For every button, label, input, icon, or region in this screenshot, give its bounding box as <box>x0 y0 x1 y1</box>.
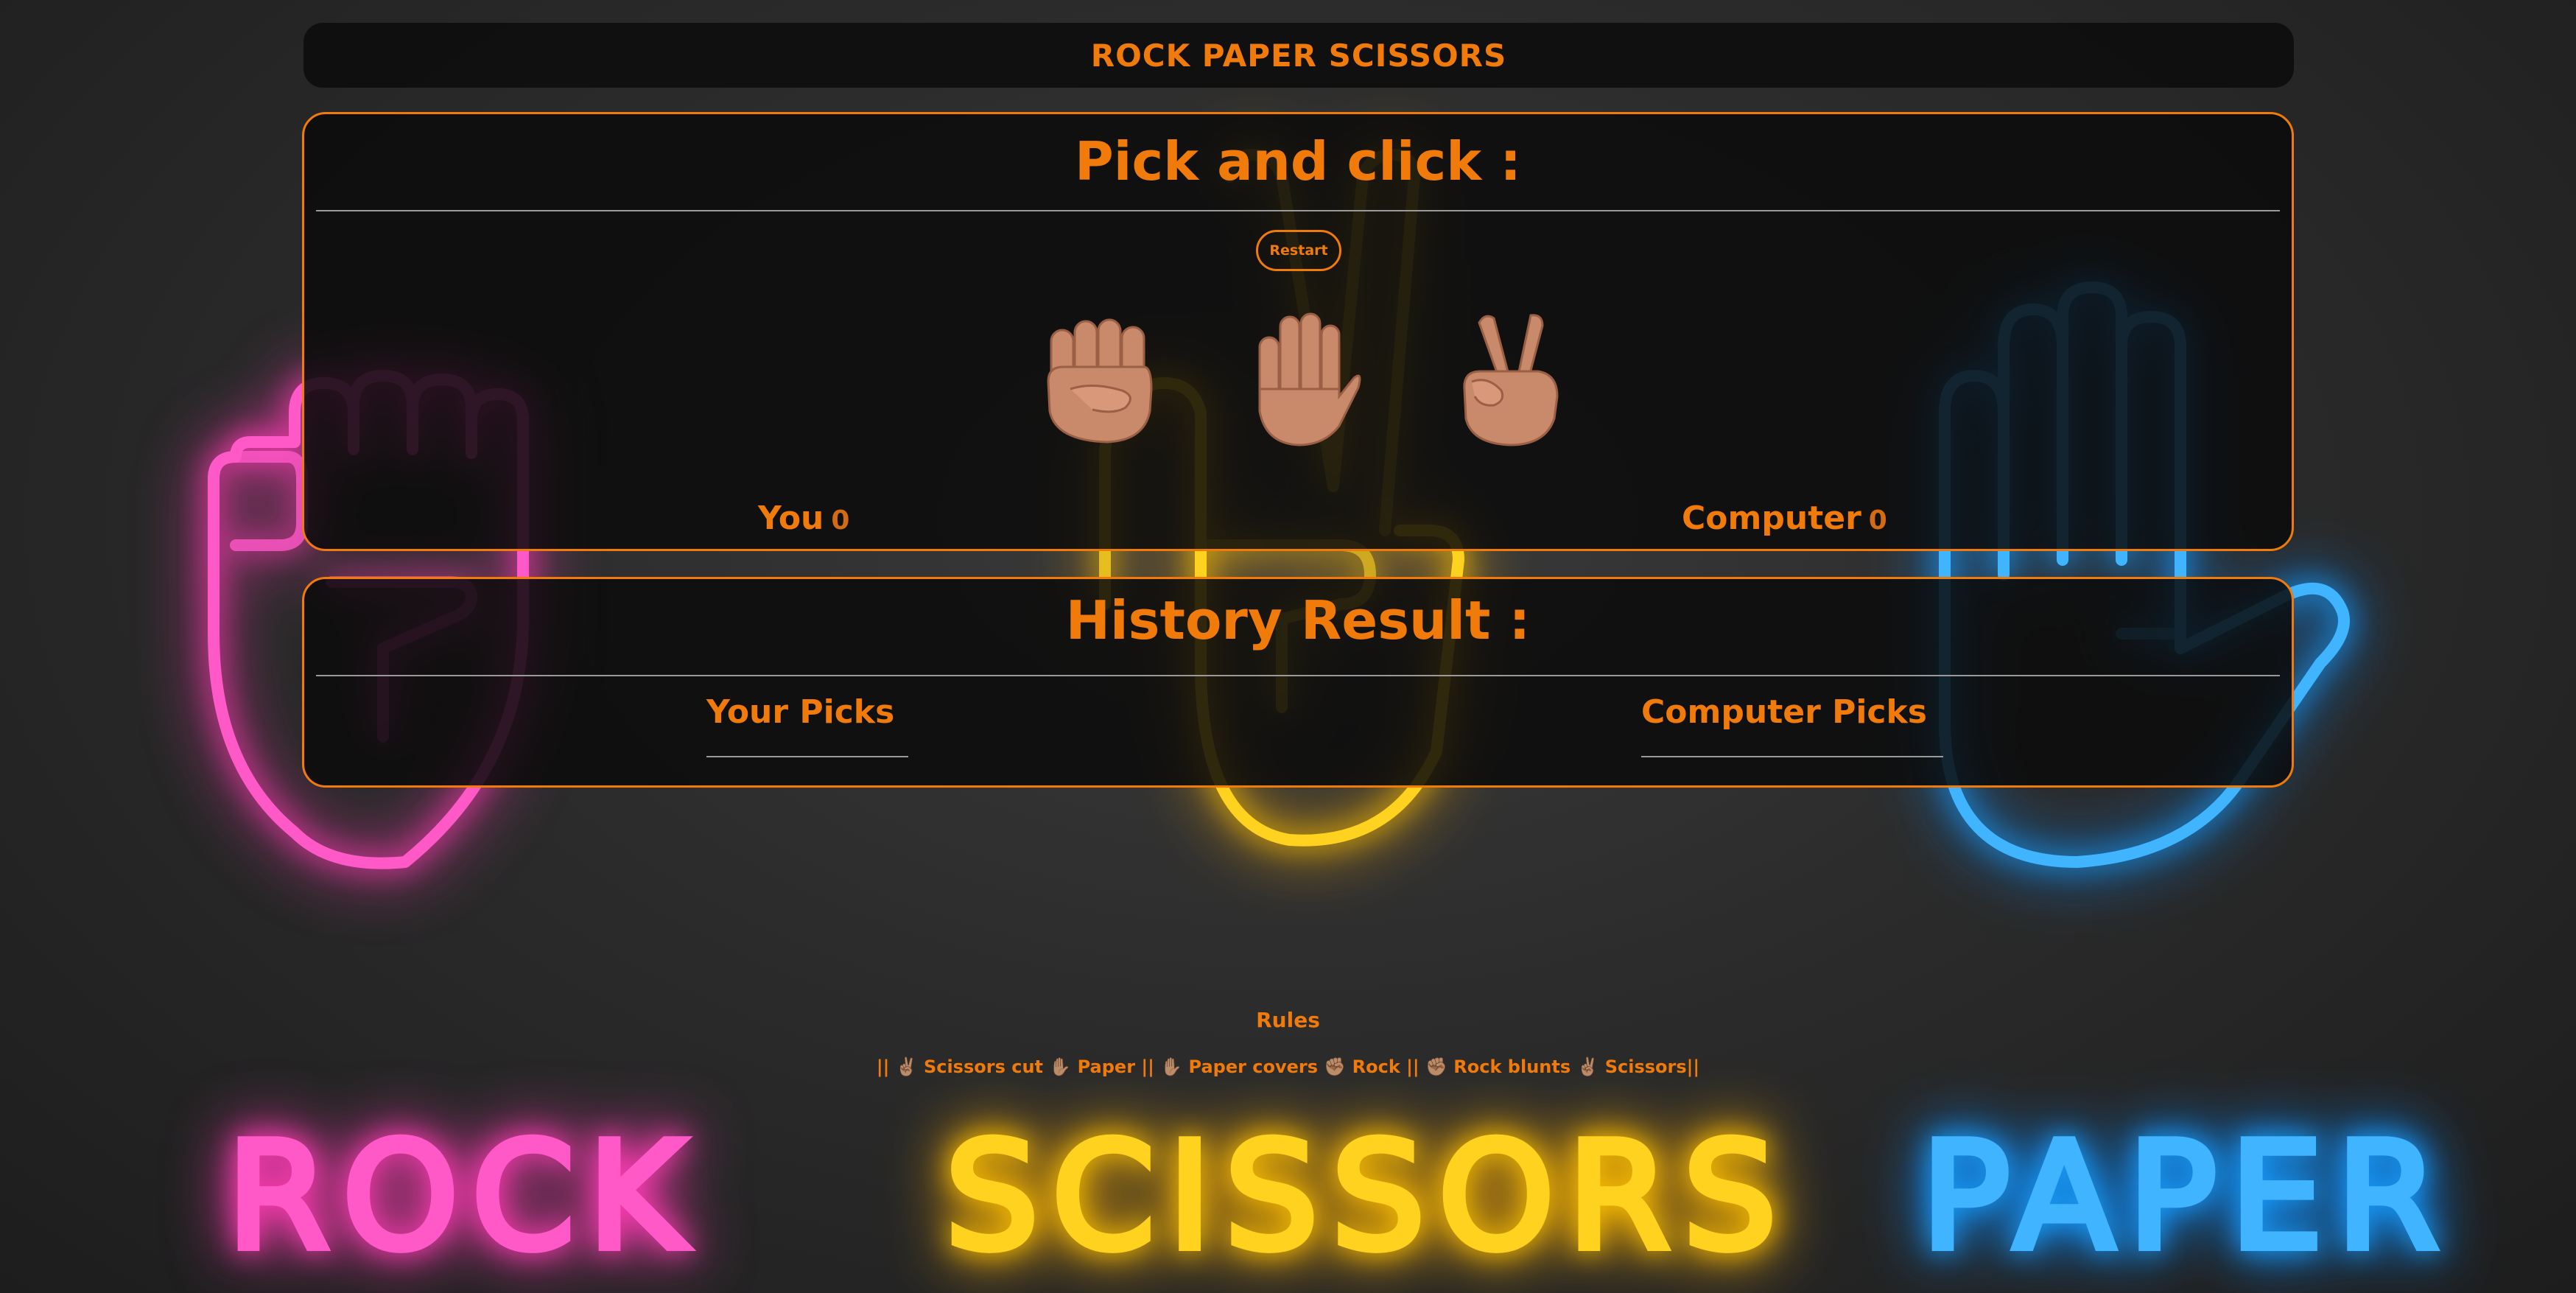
computer-picks-heading: Computer Picks <box>1641 693 1927 731</box>
computer-score-label: Computer <box>1682 500 1861 537</box>
player-score-label: You <box>758 500 824 537</box>
pick-heading: Pick and click : <box>1075 130 1521 192</box>
page-title: ROCK PAPER SCISSORS <box>1090 37 1507 74</box>
your-picks-underline <box>706 756 908 757</box>
neon-word-scissors: SCISSORS <box>941 1111 1790 1283</box>
victory-hand-icon <box>1463 314 1559 446</box>
computer-score-value: 0 <box>1868 505 1887 536</box>
your-picks-heading: Your Picks <box>706 693 895 731</box>
history-divider <box>316 675 2280 676</box>
neon-word-paper: PAPER <box>1917 1111 2452 1283</box>
history-panel: History Result : Your Picks Computer Pic… <box>302 577 2294 788</box>
scissors-choice-button[interactable] <box>1450 308 1568 448</box>
rules-text: || ✌🏽 Scissors cut ✋🏽 Paper || ✋🏽 Paper … <box>876 1057 1700 1077</box>
history-heading: History Result : <box>1065 589 1531 651</box>
computer-picks-underline <box>1641 756 1943 757</box>
player-score: You 0 <box>758 500 849 537</box>
title-bar: ROCK PAPER SCISSORS <box>303 23 2294 88</box>
neon-word-rock: ROCK <box>223 1111 698 1283</box>
player-score-value: 0 <box>831 505 850 536</box>
rock-choice-button[interactable] <box>1041 308 1159 448</box>
restart-button[interactable]: Restart <box>1256 230 1341 271</box>
pick-panel: Pick and click : Restart You 0 Computer … <box>302 112 2294 551</box>
paper-choice-button[interactable] <box>1243 308 1361 448</box>
fist-icon <box>1047 318 1153 444</box>
raised-hand-icon <box>1258 312 1361 446</box>
pick-divider <box>316 210 2280 211</box>
rules-title: Rules <box>1256 1008 1320 1032</box>
computer-score: Computer 0 <box>1682 500 1887 537</box>
